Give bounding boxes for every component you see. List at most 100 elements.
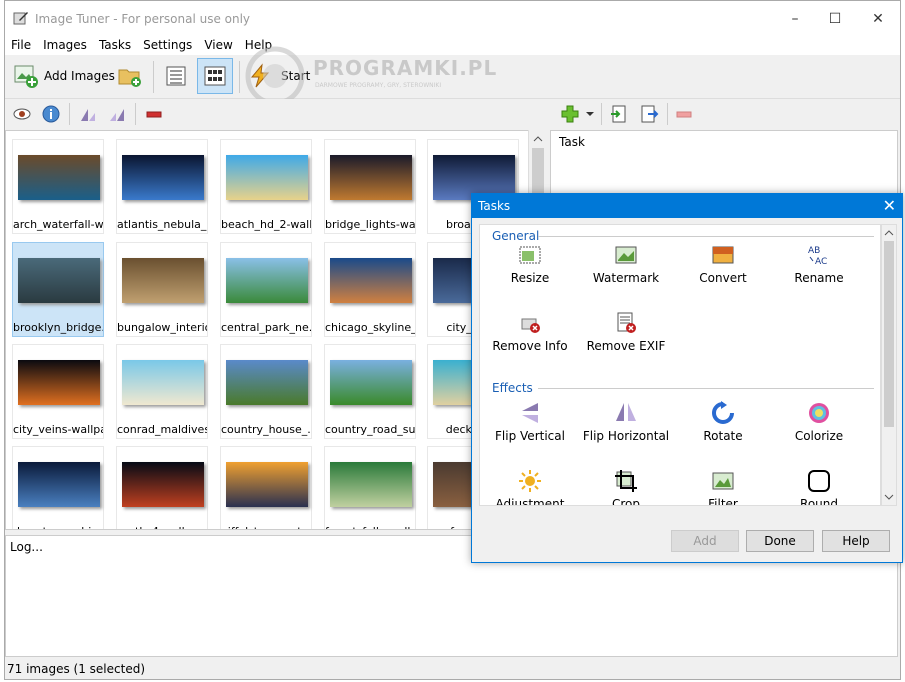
- flip-horizontal-icon: [616, 403, 636, 421]
- convert-icon: [712, 246, 734, 264]
- thumbnail-item[interactable]: forest_falls-wall...: [324, 446, 416, 529]
- thumbnail-item[interactable]: bridge_lights-wal...: [324, 139, 416, 234]
- thumbnail-item[interactable]: brooklyn_bridge...: [12, 242, 104, 337]
- info-icon[interactable]: [42, 105, 60, 123]
- rotate-icon: [712, 401, 734, 424]
- window-title: Image Tuner - For personal use only: [35, 12, 251, 26]
- thumbnail-caption: bungalow_interio...: [117, 321, 207, 334]
- done-button[interactable]: Done: [746, 530, 814, 552]
- thumbnail-item[interactable]: conrad_maldives...: [116, 344, 208, 439]
- task-rename[interactable]: AB AC Rename: [771, 243, 867, 303]
- thumbnail-item[interactable]: city_veins-wallpa...: [12, 344, 104, 439]
- thumbnail-image: [122, 462, 204, 507]
- scroll-up-icon[interactable]: [882, 227, 896, 239]
- add-button[interactable]: Add: [671, 530, 739, 552]
- dialog-close-icon[interactable]: ✕: [883, 194, 896, 218]
- colorize-icon: [809, 403, 829, 423]
- task-flip-vertical[interactable]: Flip Vertical: [482, 401, 578, 461]
- thumbnail-image: [330, 462, 412, 507]
- section-divider: [538, 388, 874, 389]
- thumbnail-item[interactable]: eiffel_tower_at...: [220, 446, 312, 529]
- task-flip-horizontal[interactable]: Flip Horizontal: [578, 401, 674, 461]
- dialog-task-list: General Resize Watermark Convert AB AC Re…: [479, 224, 881, 506]
- dialog-scrollbar[interactable]: [881, 224, 897, 506]
- minimize-button[interactable]: –: [775, 5, 815, 33]
- log-label: Log...: [10, 540, 43, 554]
- thumbnail-caption: conrad_maldives...: [117, 423, 207, 436]
- add-folder-button[interactable]: [117, 63, 143, 89]
- thumbnail-item[interactable]: earth_4-wallpa...: [116, 446, 208, 529]
- resize-icon: [519, 246, 541, 264]
- task-convert[interactable]: Convert: [675, 243, 771, 303]
- menu-view[interactable]: View: [198, 37, 238, 55]
- toolbar-separator: [153, 61, 154, 93]
- task-filter[interactable]: Filter: [675, 469, 771, 505]
- rotate-left-icon[interactable]: [79, 105, 97, 123]
- thumbnail-item[interactable]: country_road_su...: [324, 344, 416, 439]
- task-adjustment[interactable]: Adjustment: [482, 469, 578, 505]
- task-watermark[interactable]: Watermark: [578, 243, 674, 303]
- thumbnail-caption: chicago_skyline_...: [325, 321, 415, 334]
- task-remove-exif[interactable]: Remove EXIF: [578, 311, 674, 371]
- crop-icon: [615, 470, 637, 492]
- thumbnail-image: [226, 258, 308, 303]
- section-effects: Effects: [492, 381, 533, 395]
- section-divider: [538, 236, 874, 237]
- scroll-down-icon[interactable]: [882, 491, 896, 503]
- task-resize[interactable]: Resize: [482, 243, 578, 303]
- export-task-icon[interactable]: [639, 104, 659, 124]
- secondary-toolbar: [5, 99, 900, 129]
- thumbnail-image: [226, 155, 308, 200]
- maximize-button[interactable]: ☐: [815, 5, 855, 33]
- thumbnail-image: [226, 360, 308, 405]
- thumbnail-caption: country_road_su...: [325, 423, 415, 436]
- add-images-button[interactable]: Add Images: [13, 63, 115, 89]
- thumbnail-caption: forest_falls-wall...: [325, 525, 415, 529]
- thumbnail-view-button[interactable]: [197, 58, 233, 94]
- tasks-dialog: Tasks ✕ General Resize Watermark Convert…: [471, 193, 903, 563]
- dialog-scroll-thumb[interactable]: [884, 241, 894, 427]
- status-bar: 71 images (1 selected): [5, 660, 898, 678]
- scroll-up-icon[interactable]: [530, 132, 546, 146]
- toolbar-separator: [601, 103, 602, 125]
- list-view-button[interactable]: [163, 63, 189, 89]
- thumbnail-item[interactable]: central_park_ne...: [220, 242, 312, 337]
- task-colorize[interactable]: Colorize: [771, 401, 867, 461]
- eye-icon[interactable]: [13, 105, 31, 123]
- task-crop[interactable]: Crop: [578, 469, 674, 505]
- thumbnail-item[interactable]: downtown_chica...: [12, 446, 104, 529]
- menu-images[interactable]: Images: [37, 37, 93, 55]
- rotate-right-icon[interactable]: [108, 105, 126, 123]
- task-remove-info[interactable]: Remove Info: [482, 311, 578, 371]
- watermark-tagline: DARMOWE PROGRAMY, GRY, STEROWNIKI: [315, 82, 442, 89]
- help-button[interactable]: Help: [822, 530, 890, 552]
- close-button[interactable]: ✕: [858, 5, 898, 33]
- add-task-icon[interactable]: [560, 104, 580, 124]
- thumbnail-item[interactable]: arch_waterfall-w...: [12, 139, 104, 234]
- thumbnail-item[interactable]: beach_hd_2-wall...: [220, 139, 312, 234]
- svg-text:AC: AC: [815, 257, 827, 267]
- task-round[interactable]: Round: [771, 469, 867, 505]
- thumbnail-item[interactable]: country_house_...: [220, 344, 312, 439]
- thumbnail-caption: bridge_lights-wal...: [325, 218, 415, 231]
- add-images-label: Add Images: [44, 69, 115, 83]
- import-task-icon[interactable]: [609, 104, 629, 124]
- thumbnail-image: [330, 360, 412, 405]
- app-icon: [13, 12, 28, 25]
- menu-file[interactable]: File: [5, 37, 37, 55]
- remove-task-icon[interactable]: [675, 105, 693, 123]
- thumbnail-image: [18, 360, 100, 405]
- thumbnail-item[interactable]: atlantis_nebula_...: [116, 139, 208, 234]
- task-rotate[interactable]: Rotate: [675, 401, 771, 461]
- menu-settings[interactable]: Settings: [137, 37, 198, 55]
- thumbnail-image: [122, 155, 204, 200]
- thumbnail-caption: beach_hd_2-wall...: [221, 218, 311, 231]
- add-image-icon: [14, 65, 38, 88]
- chevron-down-icon[interactable]: [585, 109, 595, 119]
- thumbnail-image: [226, 462, 308, 507]
- thumbnail-item[interactable]: chicago_skyline_...: [324, 242, 416, 337]
- menu-tasks[interactable]: Tasks: [93, 37, 137, 55]
- thumbnail-item[interactable]: bungalow_interio...: [116, 242, 208, 337]
- remove-icon[interactable]: [145, 105, 163, 123]
- thumbnail-caption: downtown_chica...: [13, 525, 103, 529]
